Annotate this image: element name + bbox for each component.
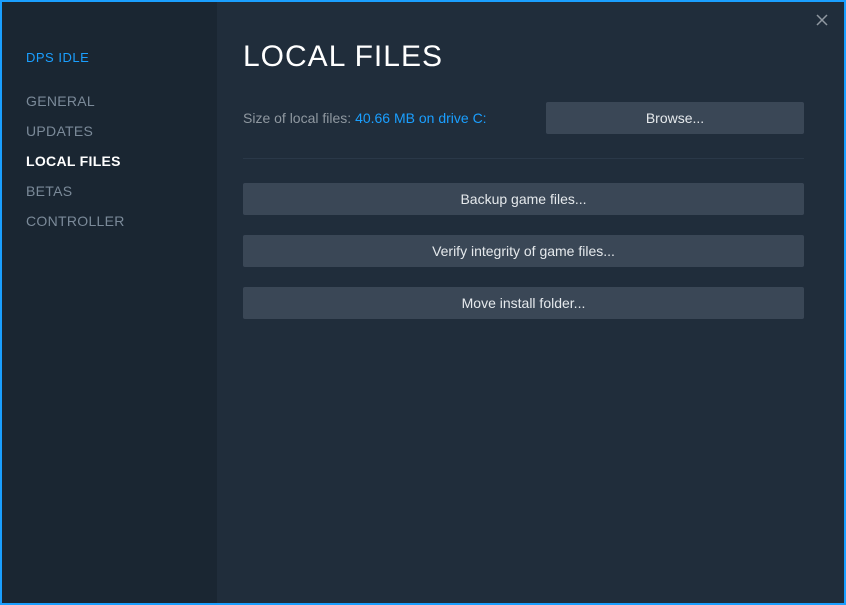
size-value: 40.66 MB on drive C: xyxy=(355,110,487,126)
sidebar-item-local-files[interactable]: LOCAL FILES xyxy=(26,153,193,169)
sidebar: DPS IDLE GENERAL UPDATES LOCAL FILES BET… xyxy=(2,2,217,603)
sidebar-item-controller[interactable]: CONTROLLER xyxy=(26,213,193,229)
main-content: LOCAL FILES Size of local files: 40.66 M… xyxy=(217,2,844,603)
sidebar-item-general[interactable]: GENERAL xyxy=(26,93,193,109)
close-icon xyxy=(816,14,828,26)
local-size-text: Size of local files: 40.66 MB on drive C… xyxy=(243,110,487,126)
properties-window: DPS IDLE GENERAL UPDATES LOCAL FILES BET… xyxy=(0,0,846,605)
backup-button[interactable]: Backup game files... xyxy=(243,183,804,215)
move-button[interactable]: Move install folder... xyxy=(243,287,804,319)
close-button[interactable] xyxy=(812,10,832,30)
verify-button[interactable]: Verify integrity of game files... xyxy=(243,235,804,267)
size-label: Size of local files: xyxy=(243,110,355,126)
sidebar-item-updates[interactable]: UPDATES xyxy=(26,123,193,139)
browse-button[interactable]: Browse... xyxy=(546,102,804,134)
local-size-row: Size of local files: 40.66 MB on drive C… xyxy=(243,102,804,159)
sidebar-item-betas[interactable]: BETAS xyxy=(26,183,193,199)
game-title: DPS IDLE xyxy=(26,50,193,65)
page-title: LOCAL FILES xyxy=(243,40,804,74)
